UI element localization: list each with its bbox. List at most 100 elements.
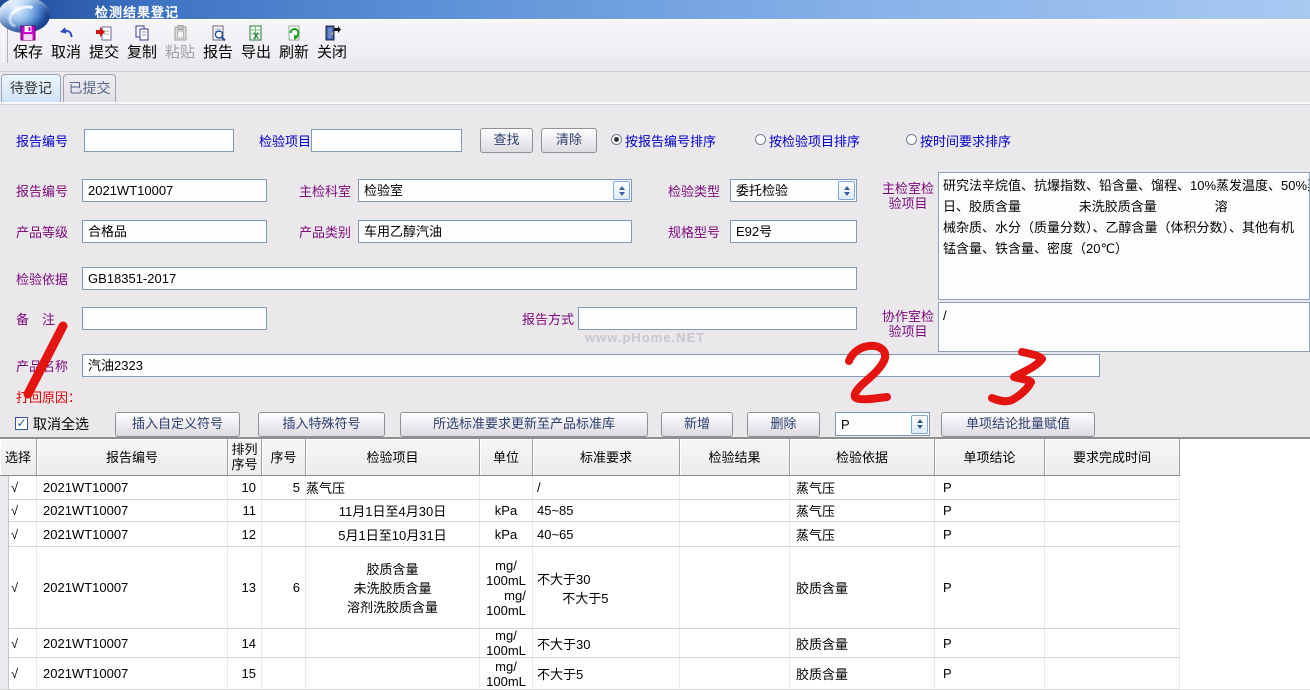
table-row[interactable]: √2021WT10007136胶质含量 未洗胶质含量 溶剂洗胶质含量mg/ 10… xyxy=(0,547,1180,629)
update-standard-button[interactable]: 所选标准要求更新至产品标准库 xyxy=(400,412,648,437)
spec-model-input[interactable]: E92号 xyxy=(730,220,857,243)
cell-order-no: 11 xyxy=(228,500,262,521)
cancel-select-all-checkbox[interactable]: ✓ xyxy=(15,417,28,430)
cell-result xyxy=(680,629,790,657)
cell-basis: 蒸气压 xyxy=(790,500,935,521)
main-dept-select[interactable]: 检验室 xyxy=(358,179,632,202)
radio-sort-by-time-label[interactable]: 按时间要求排序 xyxy=(920,134,1011,149)
find-button[interactable]: 查找 xyxy=(480,128,533,153)
col-header-report-no[interactable]: 报告编号 xyxy=(37,439,228,476)
inspect-type-select[interactable]: 委托检验 xyxy=(730,179,857,202)
submit-button[interactable]: 提交 xyxy=(85,20,123,69)
collab-items-textarea[interactable]: / xyxy=(938,302,1310,352)
results-table: 选择 报告编号 排列 序号 序号 检验项目 单位 标准要求 检验结果 检验依据 … xyxy=(0,437,1310,689)
close-button[interactable]: 关闭 xyxy=(313,20,351,69)
refresh-label: 刷新 xyxy=(279,42,309,64)
cell-basis: 胶质含量 xyxy=(790,547,935,628)
col-header-basis[interactable]: 检验依据 xyxy=(790,439,935,476)
report-button[interactable]: 报告 xyxy=(199,20,237,69)
report-doc-icon xyxy=(209,24,227,42)
col-header-order-no[interactable]: 排列 序号 xyxy=(228,439,262,476)
cancel-button[interactable]: 取消 xyxy=(47,20,85,69)
cell-item: 11月1日至4月30日 xyxy=(306,500,480,521)
col-header-seq-no[interactable]: 序号 xyxy=(262,439,306,476)
col-header-deadline[interactable]: 要求完成时间 xyxy=(1045,439,1180,476)
tab-pending[interactable]: 待登记 xyxy=(1,74,61,102)
spec-model-label: 规格型号 xyxy=(668,225,720,240)
search-item-input[interactable] xyxy=(311,129,462,152)
add-button[interactable]: 新增 xyxy=(661,412,733,437)
cancel-select-all-label[interactable]: 取消全选 xyxy=(33,417,89,432)
cell-item: 5月1日至10月31日 xyxy=(306,522,480,546)
cell-conclusion: P xyxy=(935,629,1045,657)
cell-conclusion: P xyxy=(935,522,1045,546)
conclusion-spinner-icon[interactable] xyxy=(911,415,928,434)
product-category-label: 产品类别 xyxy=(299,225,351,240)
cell-order-no: 15 xyxy=(228,658,262,689)
radio-sort-by-report-no[interactable] xyxy=(611,134,622,145)
col-header-conclusion[interactable]: 单项结论 xyxy=(935,439,1045,476)
col-header-unit[interactable]: 单位 xyxy=(480,439,533,476)
svg-text:X: X xyxy=(253,31,259,41)
close-door-icon xyxy=(323,24,341,42)
cell-report-no: 2021WT10007 xyxy=(37,522,228,546)
cell-conclusion: P xyxy=(935,500,1045,521)
clear-button[interactable]: 清除 xyxy=(541,128,597,153)
col-header-item[interactable]: 检验项目 xyxy=(306,439,480,476)
title-bar: 检测结果登记 xyxy=(0,0,1310,19)
delete-button[interactable]: 删除 xyxy=(747,412,820,437)
toolbar-grip[interactable] xyxy=(3,27,8,63)
undo-icon xyxy=(57,24,75,42)
cell-deadline xyxy=(1045,658,1180,689)
inspect-type-spinner-icon[interactable] xyxy=(838,181,855,200)
refresh-icon xyxy=(285,24,303,42)
submit-icon xyxy=(95,24,113,42)
insert-special-symbol-button[interactable]: 插入特殊符号 xyxy=(258,412,385,437)
tab-submitted[interactable]: 已提交 xyxy=(63,74,116,102)
main-items-textarea[interactable]: 研究法辛烷值、抗爆指数、铅含量、馏程、10%蒸发温度、50%蒸 日、胶质含量 未… xyxy=(938,172,1310,300)
refresh-button[interactable]: 刷新 xyxy=(275,20,313,69)
insert-custom-symbol-button[interactable]: 插入自定义符号 xyxy=(115,412,240,437)
product-name-input[interactable]: 汽油2323 xyxy=(82,354,1100,377)
inspect-basis-input[interactable]: GB18351-2017 xyxy=(82,267,857,290)
export-button[interactable]: X 导出 xyxy=(237,20,275,69)
table-row[interactable]: √2021WT10007125月1日至10月31日kPa40~65蒸气压P xyxy=(0,522,1180,547)
table-row[interactable]: √2021WT100071111月1日至4月30日kPa45~85蒸气压P xyxy=(0,500,1180,522)
paste-button: 粘贴 xyxy=(161,20,199,69)
cancel-label: 取消 xyxy=(51,42,81,64)
search-report-no-input[interactable] xyxy=(84,129,234,152)
cell-unit: mg/ 100mL xyxy=(480,658,533,689)
save-button[interactable]: 保存 xyxy=(9,20,47,69)
batch-assign-button[interactable]: 单项结论批量赋值 xyxy=(941,412,1095,437)
table-row[interactable]: √2021WT1000714mg/ 100mL不大于30胶质含量P xyxy=(0,629,1180,658)
conclusion-select[interactable]: P xyxy=(835,412,930,436)
product-grade-input[interactable]: 合格品 xyxy=(82,220,267,243)
radio-sort-by-report-no-label[interactable]: 按报告编号排序 xyxy=(625,134,716,149)
radio-sort-by-item[interactable] xyxy=(755,134,766,145)
remark-input[interactable] xyxy=(82,307,267,330)
radio-sort-by-item-label[interactable]: 按检验项目排序 xyxy=(769,134,860,149)
col-header-standard[interactable]: 标准要求 xyxy=(533,439,680,476)
cell-item xyxy=(306,658,480,689)
cell-unit: kPa xyxy=(480,500,533,521)
main-items-label: 主检室检 验项目 xyxy=(881,181,935,211)
report-no-input[interactable]: 2021WT10007 xyxy=(82,179,267,202)
radio-sort-by-time[interactable] xyxy=(906,134,917,145)
table-row[interactable]: √2021WT1000715mg/ 100mL不大于5胶质含量P xyxy=(0,658,1180,690)
copy-button[interactable]: 复制 xyxy=(123,20,161,69)
cell-result xyxy=(680,500,790,521)
row-selector-strip xyxy=(0,476,9,689)
watermark: www.pHome.NET xyxy=(585,330,705,345)
col-header-select[interactable]: 选择 xyxy=(0,439,37,476)
save-label: 保存 xyxy=(13,42,43,64)
product-category-input[interactable]: 车用乙醇汽油 xyxy=(358,220,632,243)
main-dept-spinner-icon[interactable] xyxy=(613,181,630,200)
pane-divider xyxy=(0,102,1310,105)
col-header-result[interactable]: 检验结果 xyxy=(680,439,790,476)
report-no-label: 报告编号 xyxy=(16,184,68,199)
table-row[interactable]: √2021WT10007105蒸气压/蒸气压P xyxy=(0,476,1180,500)
cell-deadline xyxy=(1045,476,1180,499)
main-dept-label: 主检科室 xyxy=(299,184,351,199)
report-method-input[interactable] xyxy=(578,307,857,330)
cell-seq-no xyxy=(262,500,306,521)
